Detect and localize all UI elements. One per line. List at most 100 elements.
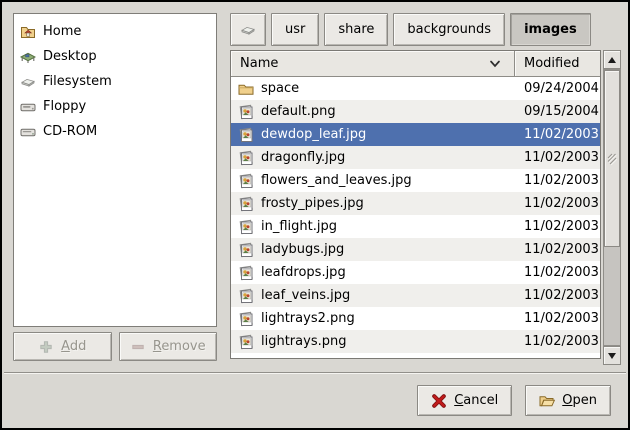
file-name-cell: dewdop_leaf.jpg (231, 127, 515, 143)
home-icon (20, 24, 36, 40)
file-row-space[interactable]: space 09/24/2004 (231, 77, 600, 100)
cancel-button-label: Cancel (454, 393, 498, 408)
file-row-lightrays2-png[interactable]: lightrays2.png11/02/2003 (231, 307, 600, 330)
file-name: space (261, 81, 299, 96)
file-name: leaf_veins.jpg (261, 288, 350, 303)
column-header-modified-label: Modified (524, 56, 579, 71)
places-item-filesystem[interactable]: Filesystem (14, 69, 216, 94)
file-row-lightrays-png[interactable]: lightrays.png 11/02/2003 (231, 330, 600, 353)
pathbar-button-label: usr (285, 22, 305, 37)
folder-icon (238, 81, 254, 97)
file-modified: 09/15/2004 (515, 104, 600, 119)
file-modified: 11/02/2003 (515, 242, 600, 257)
file-name: lightrays.png (261, 334, 346, 349)
file-name: in_flight.jpg (261, 219, 337, 234)
pathbar-button-images[interactable]: images (510, 13, 591, 46)
floppy-icon (20, 99, 36, 115)
pathbar-button-root[interactable] (230, 13, 266, 46)
add-button[interactable]: Add (13, 332, 112, 361)
scrollbar-thumb[interactable] (604, 70, 620, 247)
file-modified: 11/02/2003 (515, 219, 600, 234)
file-modified: 11/02/2003 (515, 173, 600, 188)
arrow-up-icon (608, 57, 616, 63)
arrow-down-icon (608, 353, 616, 359)
file-name: ladybugs.jpg (261, 242, 344, 257)
pathbar-button-label: share (338, 22, 374, 37)
add-button-label: Add (61, 339, 86, 354)
pathbar-button-backgrounds[interactable]: backgrounds (393, 13, 505, 46)
file-modified: 11/02/2003 (515, 334, 600, 349)
file-modified: 11/02/2003 (515, 265, 600, 280)
file-modified: 11/02/2003 (515, 150, 600, 165)
file-list-header: Name Modified (231, 51, 600, 77)
pathbar-button-label: backgrounds (407, 22, 491, 37)
file-row-dewdop-leaf-jpg[interactable]: dewdop_leaf.jpg11/02/2003 (231, 123, 600, 146)
file-modified: 09/24/2004 (515, 81, 600, 96)
image-icon (238, 242, 254, 258)
desktop-icon (20, 49, 36, 65)
places-item-label: Filesystem (43, 74, 112, 89)
dialog-actions: Cancel Open (417, 385, 611, 416)
file-row-flowers-and-leaves-jpg[interactable]: flowers_and_leaves.jpg11/02/2003 (231, 169, 600, 192)
file-name-cell: in_flight.jpg (231, 219, 515, 235)
file-list: space09/24/2004default.png09/15/2004dewd… (231, 77, 600, 353)
image-icon (238, 104, 254, 120)
file-row-dragonfly-jpg[interactable]: dragonfly.jpg11/02/2003 (231, 146, 600, 169)
file-name-cell: space (231, 81, 515, 97)
remove-button[interactable]: Remove (119, 332, 218, 361)
cancel-icon (431, 393, 447, 409)
image-icon (238, 219, 254, 235)
scroll-up-button[interactable] (603, 50, 621, 69)
file-chooser-dialog: HomeDesktop Filesystem FloppyCD-ROM Add Re… (0, 0, 630, 430)
path-bar: usr share backgrounds images (230, 13, 591, 46)
cdrom-icon (20, 124, 36, 140)
pathbar-button-label: images (524, 22, 577, 37)
pathbar-button-usr[interactable]: usr (271, 13, 319, 46)
image-icon (238, 196, 254, 212)
file-row-leafdrops-jpg[interactable]: leafdrops.jpg 11/02/2003 (231, 261, 600, 284)
scroll-down-button[interactable] (603, 346, 621, 365)
column-header-name-label: Name (240, 56, 278, 71)
open-button[interactable]: Open (525, 385, 611, 416)
image-icon (238, 150, 254, 166)
file-row-in-flight-jpg[interactable]: in_flight.jpg 11/02/2003 (231, 215, 600, 238)
file-name-cell: dragonfly.jpg (231, 150, 515, 166)
image-icon (238, 265, 254, 281)
image-icon (238, 311, 254, 327)
image-icon (238, 334, 254, 350)
remove-button-label: Remove (153, 339, 206, 354)
scrollbar-track[interactable] (603, 69, 621, 346)
file-name-cell: leaf_veins.jpg (231, 288, 515, 304)
file-name: leafdrops.jpg (261, 265, 346, 280)
places-list: HomeDesktop Filesystem FloppyCD-ROM (13, 13, 217, 327)
vertical-scrollbar[interactable] (603, 50, 621, 365)
file-name-cell: ladybugs.jpg (231, 242, 515, 258)
file-name-cell: default.png (231, 104, 515, 120)
file-modified: 11/02/2003 (515, 196, 600, 211)
file-name-cell: lightrays2.png (231, 311, 515, 327)
column-header-name[interactable]: Name (231, 51, 515, 77)
sort-indicator-icon (487, 56, 503, 72)
column-header-modified[interactable]: Modified (515, 51, 600, 77)
file-modified: 11/02/2003 (515, 127, 600, 142)
places-actions: Add Remove (13, 332, 217, 361)
open-icon (539, 393, 555, 409)
places-item-cd-rom[interactable]: CD-ROM (14, 119, 216, 144)
pathbar-button-share[interactable]: share (324, 13, 388, 46)
file-row-default-png[interactable]: default.png 09/15/2004 (231, 100, 600, 123)
grip-icon (607, 153, 617, 165)
file-name-cell: frosty_pipes.jpg (231, 196, 515, 212)
file-name-cell: flowers_and_leaves.jpg (231, 173, 515, 189)
file-row-ladybugs-jpg[interactable]: ladybugs.jpg 11/02/2003 (231, 238, 600, 261)
file-name: default.png (261, 104, 336, 119)
remove-icon (130, 339, 146, 355)
image-icon (238, 288, 254, 304)
places-item-home[interactable]: Home (14, 19, 216, 44)
file-row-frosty-pipes-jpg[interactable]: frosty_pipes.jpg11/02/2003 (231, 192, 600, 215)
image-icon (238, 173, 254, 189)
cancel-button[interactable]: Cancel (417, 385, 512, 416)
places-item-floppy[interactable]: Floppy (14, 94, 216, 119)
file-list-frame: Name Modified space 09/24/2004 default.png… (230, 50, 601, 359)
places-item-desktop[interactable]: Desktop (14, 44, 216, 69)
file-row-leaf-veins-jpg[interactable]: leaf_veins.jpg11/02/2003 (231, 284, 600, 307)
